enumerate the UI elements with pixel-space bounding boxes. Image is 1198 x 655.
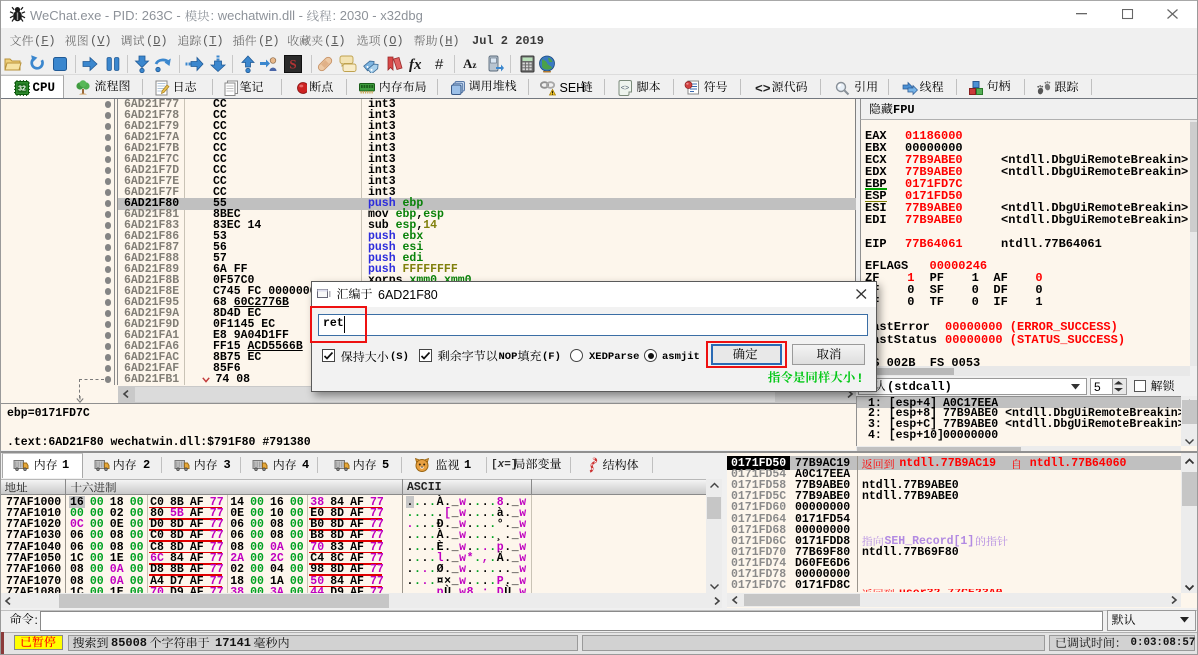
svg-text:z: z xyxy=(473,60,477,70)
svg-text:#: # xyxy=(435,56,444,73)
svg-text:<>: <> xyxy=(621,85,629,93)
svg-text:S: S xyxy=(289,57,296,72)
svg-text:fx: fx xyxy=(409,57,422,73)
svg-text:32: 32 xyxy=(18,86,26,93)
svg-text:A: A xyxy=(463,56,473,71)
svg-text:<>: <> xyxy=(755,82,770,97)
